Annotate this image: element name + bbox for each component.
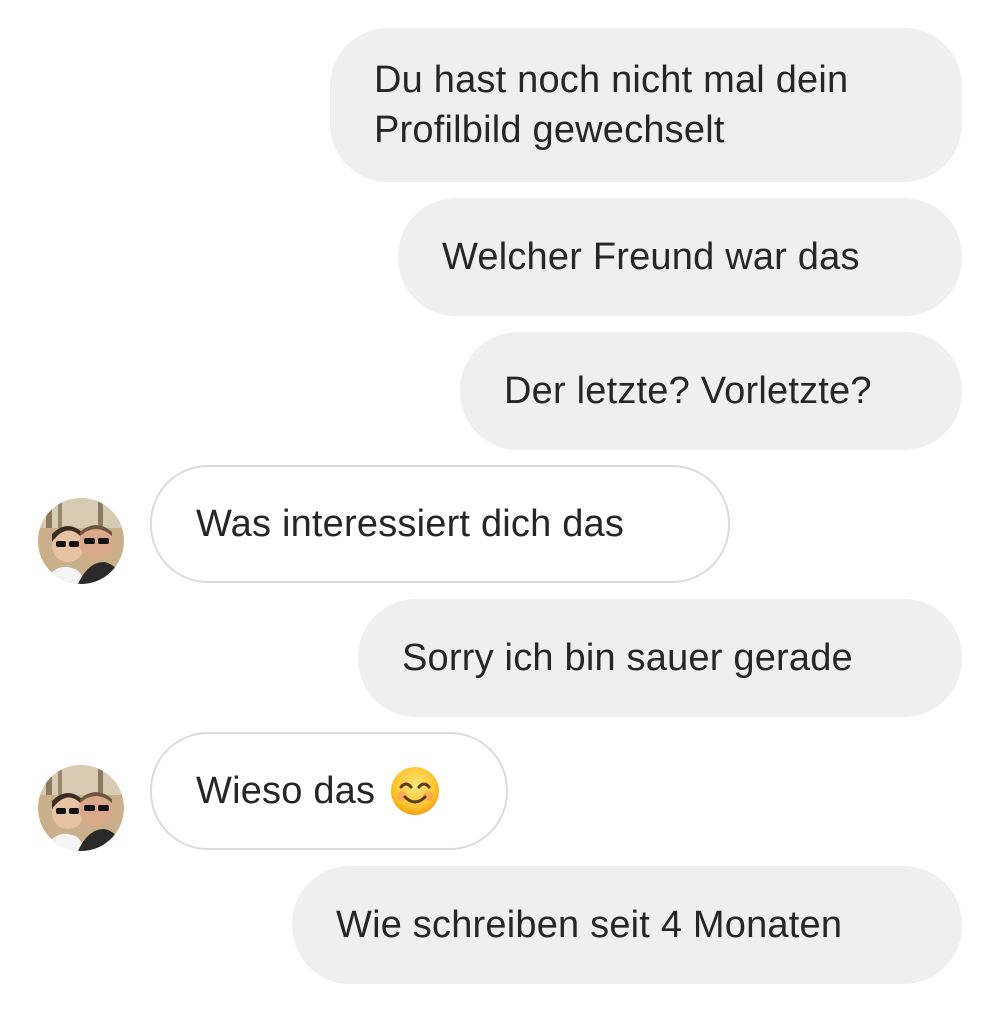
message-bubble-sent[interactable]: Der letzte? Vorletzte? [460, 332, 962, 450]
message-text: Welcher Freund war das [442, 236, 860, 278]
message-bubble-sent[interactable]: Welcher Freund war das [398, 198, 962, 316]
message-bubble-received[interactable]: Was interessiert dich das [150, 465, 730, 583]
message-bubble-sent[interactable]: Wie schreiben seit 4 Monaten [292, 866, 962, 984]
message-text: Du hast noch nicht mal dein Profilbild g… [374, 59, 849, 151]
message-text: Der letzte? Vorletzte? [504, 370, 872, 412]
message-text: Was interessiert dich das [196, 503, 625, 545]
message-bubble-received[interactable]: Wieso das [150, 732, 508, 850]
message-text: Wieso das [196, 770, 376, 812]
message-bubble-sent[interactable]: Sorry ich bin sauer gerade [358, 599, 962, 717]
contact-avatar[interactable] [38, 498, 124, 584]
message-bubble-sent[interactable]: Du hast noch nicht mal dein Profilbild g… [330, 28, 962, 182]
smiling-face-emoji-icon [389, 765, 441, 817]
contact-avatar[interactable] [38, 765, 124, 851]
contact-avatar-photo-icon [38, 498, 124, 584]
message-text: Sorry ich bin sauer gerade [402, 637, 853, 679]
message-text: Wie schreiben seit 4 Monaten [336, 904, 843, 946]
contact-avatar-photo-icon [38, 765, 124, 851]
message-content: Wieso das [196, 765, 441, 817]
